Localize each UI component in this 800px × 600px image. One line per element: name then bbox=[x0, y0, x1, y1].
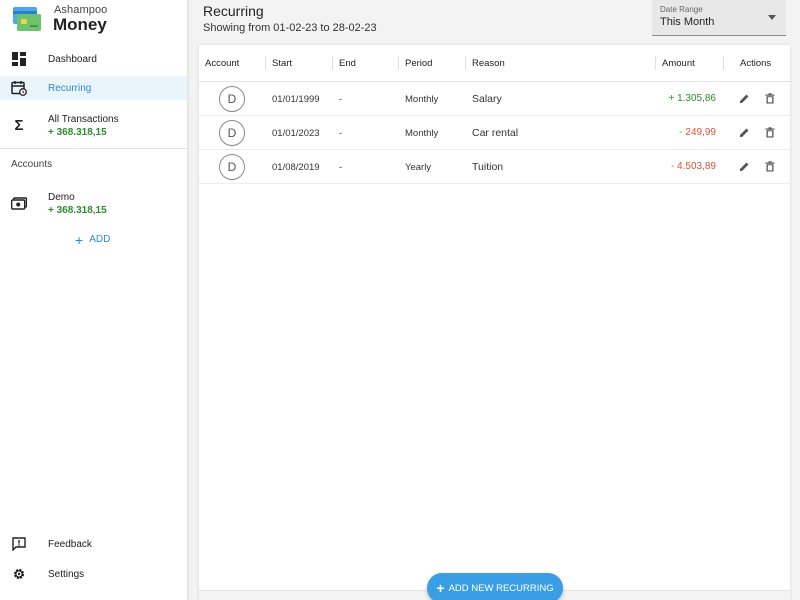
edit-icon[interactable] bbox=[738, 126, 751, 139]
add-new-recurring-label: ADD NEW RECURRING bbox=[448, 582, 554, 594]
app-logo[interactable]: Ashampoo Money bbox=[12, 4, 182, 44]
wallet-icon bbox=[10, 196, 28, 212]
col-separator bbox=[398, 56, 399, 70]
page-title: Recurring bbox=[203, 3, 264, 19]
col-separator bbox=[655, 56, 656, 70]
account-avatar: D bbox=[219, 154, 245, 180]
reason: Tuition bbox=[472, 161, 504, 173]
table-row[interactable]: D 01/01/1999 - Monthly Salary + 1.305,86 bbox=[199, 82, 790, 116]
table-row[interactable]: D 01/08/2019 - Yearly Tuition - 4.503,89 bbox=[199, 150, 790, 184]
money-logo-icon bbox=[13, 7, 41, 31]
col-start[interactable]: Start bbox=[272, 58, 292, 69]
date-range-summary: Showing from 01-02-23 to 28-02-23 bbox=[203, 22, 377, 34]
sidebar-divider bbox=[0, 148, 187, 149]
sigma-icon: Σ bbox=[14, 117, 24, 134]
feedback-icon bbox=[11, 536, 27, 552]
col-account[interactable]: Account bbox=[205, 58, 239, 69]
date-range-label: Date Range bbox=[660, 5, 703, 14]
col-reason[interactable]: Reason bbox=[472, 58, 505, 69]
account-balance: + 368.318,15 bbox=[48, 205, 107, 216]
delete-icon[interactable] bbox=[763, 126, 776, 139]
end-date: - bbox=[339, 94, 343, 105]
start-date: 01/01/2023 bbox=[272, 128, 320, 139]
sidebar: Ashampoo Money Dashboard Recurring Σ All… bbox=[0, 0, 188, 600]
col-amount[interactable]: Amount bbox=[662, 58, 695, 69]
table-header: Account Start End Period Reason Amount A… bbox=[199, 45, 790, 82]
account-avatar: D bbox=[219, 120, 245, 146]
nav-recurring[interactable]: Recurring bbox=[0, 76, 187, 100]
delete-icon[interactable] bbox=[763, 92, 776, 105]
edit-icon[interactable] bbox=[738, 160, 751, 173]
delete-icon[interactable] bbox=[763, 160, 776, 173]
nav-dashboard[interactable]: Dashboard bbox=[0, 47, 187, 71]
calendar-recurring-icon bbox=[11, 80, 27, 96]
date-range-value: This Month bbox=[660, 16, 715, 28]
accounts-heading: Accounts bbox=[11, 159, 53, 170]
amount: - 4.503,89 bbox=[670, 161, 716, 172]
col-separator bbox=[332, 56, 333, 70]
table-row[interactable]: D 01/01/2023 - Monthly Car rental - 249,… bbox=[199, 116, 790, 150]
col-separator bbox=[723, 56, 724, 70]
nav-recurring-label: Recurring bbox=[48, 82, 92, 94]
add-new-recurring-button[interactable]: + ADD NEW RECURRING bbox=[427, 573, 563, 600]
add-account-label: ADD bbox=[89, 234, 111, 245]
all-transactions-amount: + 368.318,15 bbox=[48, 127, 107, 138]
period: Monthly bbox=[405, 128, 439, 139]
period: Monthly bbox=[405, 94, 439, 105]
col-separator bbox=[265, 56, 266, 70]
chevron-down-icon bbox=[768, 15, 776, 20]
col-actions: Actions bbox=[740, 58, 772, 69]
account-name: Demo bbox=[48, 192, 75, 203]
nav-settings[interactable]: Settings bbox=[0, 562, 187, 586]
plus-icon: + bbox=[75, 231, 84, 248]
add-account-button[interactable]: + ADD bbox=[75, 231, 111, 248]
col-separator bbox=[465, 56, 466, 70]
col-end[interactable]: End bbox=[339, 58, 356, 69]
nav-feedback[interactable]: Feedback bbox=[0, 532, 187, 556]
nav-settings-label: Settings bbox=[48, 568, 85, 580]
col-period[interactable]: Period bbox=[405, 58, 432, 69]
account-avatar: D bbox=[219, 86, 245, 112]
end-date: - bbox=[339, 128, 343, 139]
start-date: 01/08/2019 bbox=[272, 162, 320, 173]
gear-icon bbox=[11, 566, 27, 582]
end-date: - bbox=[339, 162, 343, 173]
nav-dashboard-label: Dashboard bbox=[48, 53, 97, 65]
amount: - 249,99 bbox=[679, 127, 716, 138]
date-range-select[interactable]: Date Range This Month bbox=[652, 0, 786, 36]
recurring-table: Account Start End Period Reason Amount A… bbox=[199, 45, 790, 600]
dashboard-icon bbox=[11, 51, 27, 67]
nav-all-transactions[interactable]: Σ All Transactions + 368.318,15 bbox=[0, 107, 187, 145]
nav-feedback-label: Feedback bbox=[48, 538, 92, 550]
amount: + 1.305,86 bbox=[668, 93, 716, 104]
account-item-demo[interactable]: Demo + 368.318,15 bbox=[0, 186, 187, 222]
plus-icon: + bbox=[436, 580, 445, 596]
all-transactions-label: All Transactions bbox=[48, 114, 119, 125]
period: Yearly bbox=[405, 162, 432, 173]
brand-name: Money bbox=[53, 15, 107, 34]
start-date: 01/01/1999 bbox=[272, 94, 320, 105]
reason: Car rental bbox=[472, 127, 519, 139]
edit-icon[interactable] bbox=[738, 92, 751, 105]
reason: Salary bbox=[472, 93, 502, 105]
